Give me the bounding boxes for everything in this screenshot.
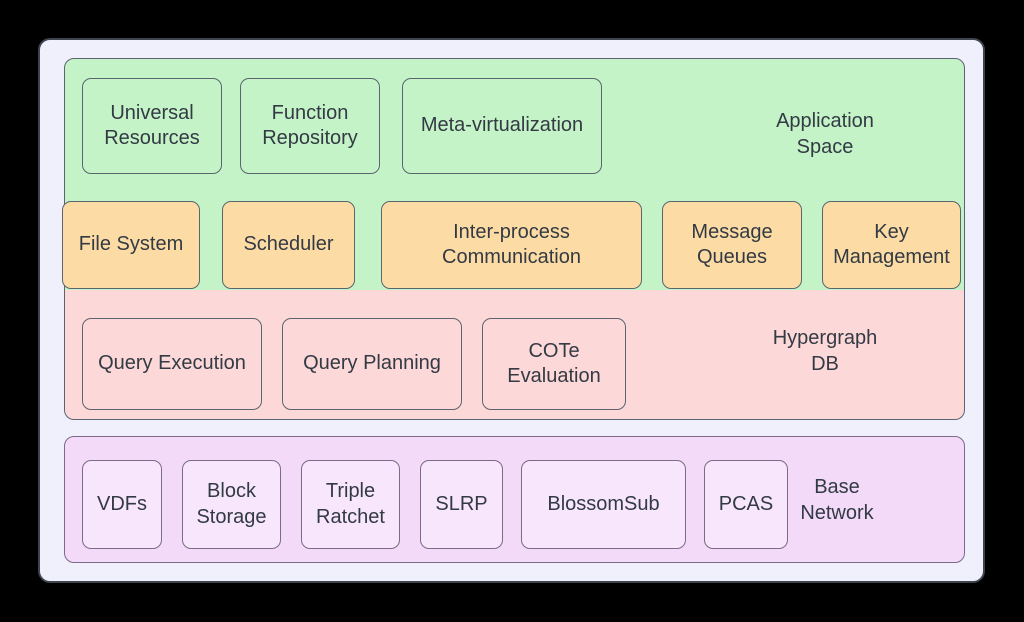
node-universal-resources[interactable]: Universal Resources — [82, 78, 222, 174]
node-triple-ratchet[interactable]: Triple Ratchet — [301, 460, 400, 549]
node-scheduler[interactable]: Scheduler — [222, 201, 355, 289]
node-query-planning[interactable]: Query Planning — [282, 318, 462, 410]
node-pcas[interactable]: PCAS — [704, 460, 788, 549]
node-query-execution[interactable]: Query Execution — [82, 318, 262, 410]
node-slrp[interactable]: SLRP — [420, 460, 503, 549]
layer-caption-hypergraph-db: Hypergraph DB — [772, 327, 878, 375]
node-meta-virtualization[interactable]: Meta-virtualization — [402, 78, 602, 174]
node-block-storage[interactable]: Block Storage — [182, 460, 281, 549]
diagram-card: Application Space Hypergraph DB Base Net… — [38, 38, 985, 583]
node-function-repository[interactable]: Function Repository — [240, 78, 380, 174]
node-inter-process-communication[interactable]: Inter-process Communication — [381, 201, 642, 289]
architecture-diagram: Application Space Hypergraph DB Base Net… — [0, 0, 1024, 622]
node-blossomsub[interactable]: BlossomSub — [521, 460, 686, 549]
node-vdfs[interactable]: VDFs — [82, 460, 162, 549]
node-key-management[interactable]: Key Management — [822, 201, 961, 289]
layer-caption-application-space: Application Space — [776, 110, 874, 158]
node-file-system[interactable]: File System — [62, 201, 200, 289]
node-message-queues[interactable]: Message Queues — [662, 201, 802, 289]
node-cote-evaluation[interactable]: COTe Evaluation — [482, 318, 626, 410]
